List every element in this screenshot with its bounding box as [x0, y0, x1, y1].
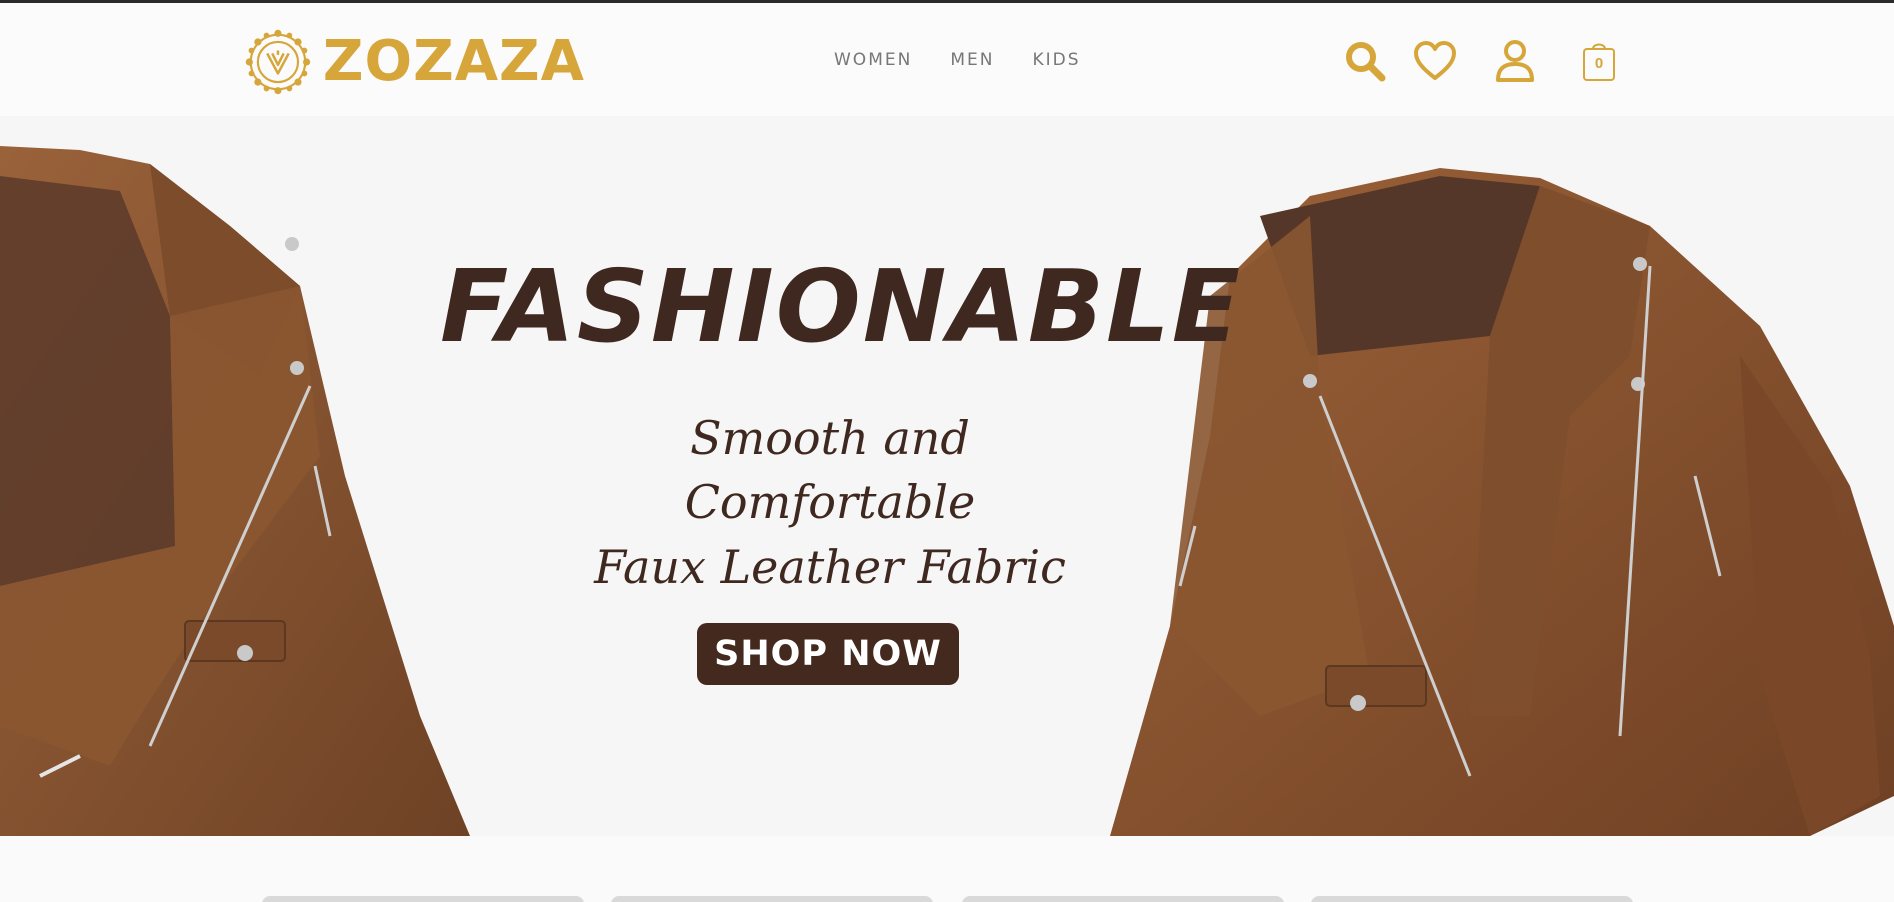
- product-card[interactable]: [1311, 896, 1633, 902]
- brand-name: ZOZAZA: [322, 29, 585, 94]
- brand-logo[interactable]: ZOZAZA: [245, 16, 585, 108]
- hero-banner: FASHIONABLE Smooth and Comfortable Faux …: [0, 116, 1894, 836]
- product-card[interactable]: [611, 896, 933, 902]
- nav-kids[interactable]: KIDS: [1032, 50, 1080, 70]
- nav-women[interactable]: WOMEN: [834, 50, 912, 70]
- jacket-image-left: [0, 146, 470, 836]
- hero-subtitle-line-1: Smooth and Comfortable: [684, 411, 976, 530]
- shop-now-button[interactable]: SHOP NOW: [697, 623, 959, 685]
- nav-men[interactable]: MEN: [950, 50, 994, 70]
- hero-title: FASHIONABLE: [440, 248, 1243, 365]
- product-card[interactable]: [962, 896, 1284, 902]
- main-nav: WOMEN MEN KIDS: [834, 50, 1081, 70]
- cart-button[interactable]: 0: [1582, 40, 1616, 82]
- heart-icon[interactable]: [1412, 38, 1458, 84]
- brand-emblem-icon: [245, 29, 311, 95]
- hero-subtitle-line-2: Faux Leather Fabric: [594, 539, 1066, 594]
- product-section-preview: [0, 836, 1894, 902]
- search-icon[interactable]: [1342, 38, 1388, 84]
- cart-count-badge: 0: [1594, 55, 1604, 72]
- site-header: ZOZAZA WOMEN MEN KIDS 0: [0, 3, 1894, 116]
- product-card[interactable]: [262, 896, 584, 902]
- header-actions: 0: [1342, 38, 1622, 86]
- hero-subtitle: Smooth and Comfortable Faux Leather Fabr…: [560, 406, 1100, 599]
- user-icon[interactable]: [1492, 38, 1538, 84]
